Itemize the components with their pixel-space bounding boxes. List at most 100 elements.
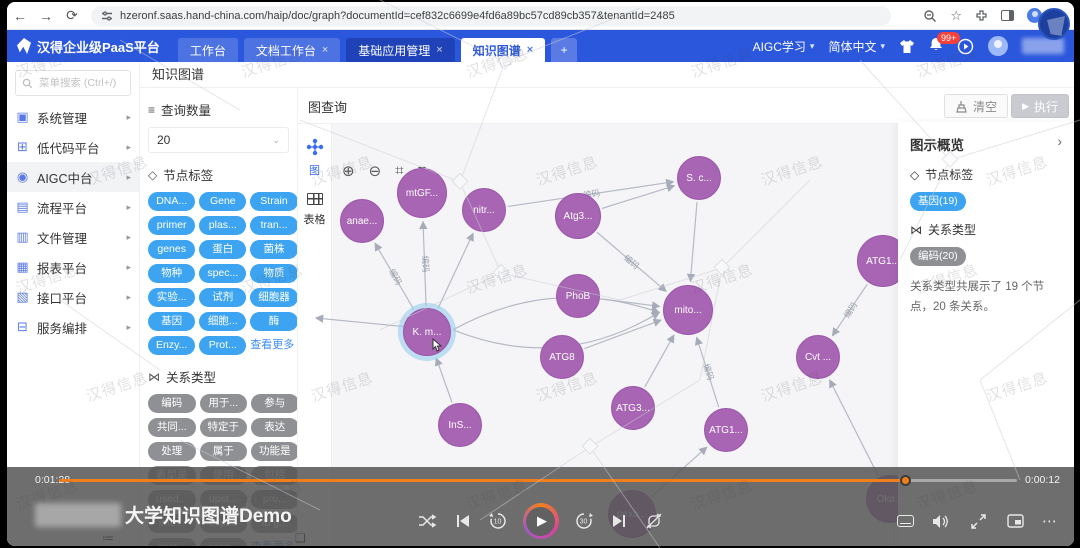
previous-icon[interactable] — [453, 511, 473, 531]
aigc-learn-menu[interactable]: AIGC学习 ▾ — [753, 38, 815, 55]
tag-pill[interactable]: 菌株 — [250, 240, 298, 259]
graph-node[interactable]: Atg3... — [555, 193, 601, 239]
tag-pill[interactable]: 特定于 — [200, 418, 248, 437]
sidebar-item-报表平台[interactable]: ▦报表平台▸ — [7, 252, 139, 282]
reload-icon[interactable]: ⟳ — [59, 7, 85, 24]
graph-node[interactable]: K. m... — [403, 308, 451, 356]
video-title: 大学知识图谱Demo — [125, 501, 292, 528]
sidebar-item-低代码平台[interactable]: ⊞低代码平台▸ — [7, 132, 139, 162]
tag-pill[interactable]: 处理 — [148, 442, 196, 461]
view-more-link[interactable]: 查看更多 — [250, 336, 298, 355]
tag-pill[interactable]: primer — [148, 216, 195, 235]
forward-icon[interactable]: → — [33, 8, 59, 24]
tag-pill[interactable]: tran... — [250, 216, 298, 235]
tag-pill[interactable]: 属于 — [200, 442, 248, 461]
clear-button[interactable]: 清空 — [944, 94, 1008, 118]
sidebar-item-AIGC中台[interactable]: ◉AIGC中台▸ — [7, 162, 139, 192]
menu-search[interactable] — [15, 70, 131, 96]
tag-pill[interactable]: 功能是 — [251, 442, 298, 461]
progress-handle[interactable] — [900, 475, 911, 486]
graph-node[interactable]: anae... — [340, 199, 384, 243]
tag-pill[interactable]: 基因 — [148, 312, 195, 331]
tag-pill[interactable]: Enzy... — [148, 336, 195, 355]
language-menu[interactable]: 简体中文 ▾ — [828, 38, 885, 55]
graph-node[interactable]: ATG3... — [611, 386, 655, 430]
rewind-10-icon[interactable]: 10 — [488, 511, 508, 531]
side-panel-icon[interactable] — [1001, 10, 1014, 21]
tag-pill[interactable]: 细胞器 — [250, 288, 298, 307]
new-tab-button[interactable]: + — [551, 38, 577, 62]
graph-node[interactable]: S. c... — [677, 156, 721, 200]
bookmark-star-icon[interactable]: ☆ — [950, 8, 962, 24]
tag-pill[interactable]: 用于... — [200, 394, 248, 413]
graph-node[interactable]: PhoB — [556, 274, 600, 318]
volume-icon[interactable] — [931, 511, 951, 531]
graph-node[interactable]: nitr... — [462, 188, 506, 232]
graph-node[interactable]: ATG1... — [704, 408, 748, 452]
tag-pill[interactable]: 试剂 — [199, 288, 246, 307]
sidebar-item-系统管理[interactable]: ▣系统管理▸ — [7, 102, 139, 132]
mouse-cursor-icon — [429, 338, 443, 359]
close-icon[interactable]: × — [322, 44, 328, 56]
sidebar-item-流程平台[interactable]: ▤流程平台▸ — [7, 192, 139, 222]
tag-pill[interactable]: Gene — [199, 192, 246, 211]
graph-node[interactable]: ATG8 — [540, 335, 584, 379]
play-button[interactable]: ▶ — [523, 503, 559, 539]
graph-node[interactable]: InS... — [438, 403, 482, 447]
tag-pill[interactable]: 蛋白 — [199, 240, 246, 259]
tab-知识图谱[interactable]: 知识图谱 × — [461, 38, 545, 62]
menu-search-input[interactable] — [37, 76, 123, 90]
more-options-icon[interactable]: ⋯ — [1042, 512, 1058, 530]
tag-pill[interactable]: 实验... — [148, 288, 195, 307]
address-bar[interactable]: hzeronf.saas.hand-china.com/haip/doc/gra… — [91, 6, 891, 26]
tag-pill[interactable]: Strain — [250, 192, 298, 211]
tag-pill[interactable]: DNA... — [148, 192, 195, 211]
loop-off-icon[interactable] — [644, 511, 664, 531]
legend-node-pill[interactable]: 基因(19) — [910, 192, 966, 211]
close-icon[interactable]: × — [436, 44, 442, 56]
theme-shirt-icon[interactable] — [899, 39, 915, 54]
page-title: 知识图谱 — [140, 62, 1074, 88]
close-icon[interactable]: × — [527, 44, 533, 56]
tab-文档工作台[interactable]: 文档工作台× — [244, 38, 340, 62]
tag-pill[interactable]: 细胞... — [199, 312, 246, 331]
page-zoom-icon[interactable] — [923, 9, 937, 23]
tag-pill[interactable]: 编码 — [148, 394, 196, 413]
shuffle-icon[interactable] — [418, 511, 438, 531]
graph-node[interactable]: Cvt ... — [796, 335, 840, 379]
sidebar-item-文件管理[interactable]: ▥文件管理▸ — [7, 222, 139, 252]
sidebar-item-服务编排[interactable]: ⊟服务编排▸ — [7, 312, 139, 342]
progress-bar[interactable] — [59, 479, 1017, 482]
legend-rel-pill[interactable]: 编码(20) — [910, 247, 966, 266]
collapse-chevron-icon[interactable]: › — [1058, 134, 1063, 154]
extensions-icon[interactable] — [975, 9, 988, 22]
tag-pill[interactable]: Prot... — [199, 336, 246, 355]
query-count-value: 20 — [157, 133, 170, 147]
tag-pill[interactable]: 物质 — [250, 264, 298, 283]
fullscreen-icon[interactable] — [968, 511, 988, 531]
run-button[interactable]: ▶ 执行 — [1011, 94, 1069, 118]
sidebar-item-接口平台[interactable]: ▧接口平台▸ — [7, 282, 139, 312]
forward-30-icon[interactable]: 30 — [574, 511, 594, 531]
pip-icon[interactable] — [1005, 511, 1025, 531]
graph-node[interactable]: mito... — [663, 285, 713, 335]
notifications-button[interactable]: 99+ — [929, 37, 943, 55]
tag-pill[interactable]: genes — [148, 240, 195, 259]
back-icon[interactable]: ← — [7, 8, 33, 24]
tab-基础应用管理[interactable]: 基础应用管理× — [346, 38, 454, 62]
query-count-select[interactable]: 20 ⌄ — [148, 127, 289, 153]
avatar[interactable] — [988, 36, 1008, 56]
tab-label: 知识图谱 — [473, 42, 521, 59]
tag-pill[interactable]: 共同... — [148, 418, 196, 437]
tab-工作台[interactable]: 工作台 — [178, 38, 238, 62]
next-icon[interactable] — [609, 511, 629, 531]
tag-pill[interactable]: 表达 — [251, 418, 298, 437]
tag-pill[interactable]: 参与 — [251, 394, 298, 413]
subtitles-icon[interactable] — [897, 515, 914, 527]
tag-pill[interactable]: 酶 — [250, 312, 298, 331]
tag-pill[interactable]: spec... — [199, 264, 246, 283]
tag-pill[interactable]: 物种 — [148, 264, 195, 283]
tag-pill[interactable]: plas... — [199, 216, 246, 235]
brand[interactable]: 汉得企业级PaaS平台 — [7, 37, 170, 56]
graph-node[interactable]: mtGF... — [397, 168, 447, 218]
